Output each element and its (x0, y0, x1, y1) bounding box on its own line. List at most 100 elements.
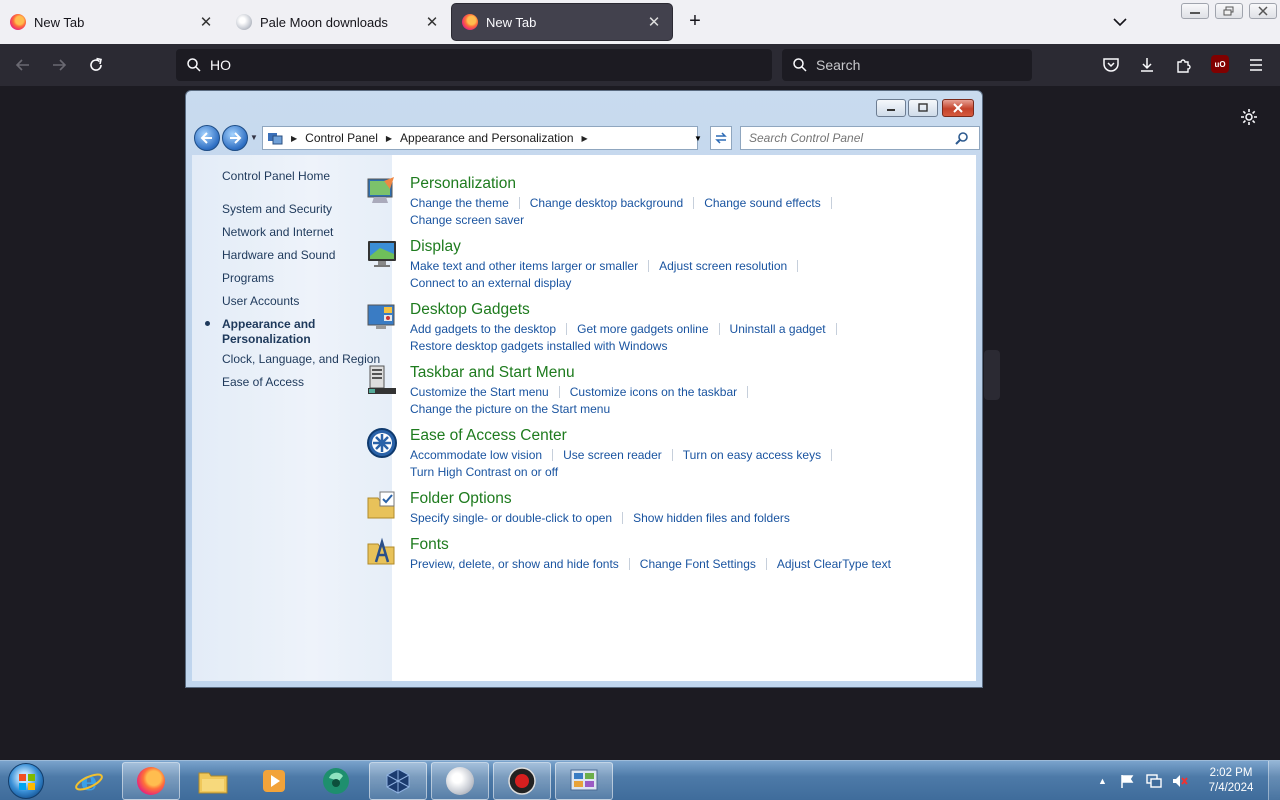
link-connect-external-display[interactable]: Connect to an external display (410, 276, 571, 290)
link-make-text-larger[interactable]: Make text and other items larger or smal… (410, 259, 638, 273)
close-window-button[interactable] (1249, 3, 1277, 19)
link-adjust-cleartype[interactable]: Adjust ClearType text (777, 557, 891, 571)
cp-minimize-button[interactable] (876, 99, 906, 117)
start-button[interactable] (8, 763, 44, 799)
link-change-start-picture[interactable]: Change the picture on the Start menu (410, 402, 610, 416)
link-show-hidden-files[interactable]: Show hidden files and folders (633, 511, 790, 525)
new-tab-button[interactable]: + (684, 10, 706, 32)
cp-close-button[interactable] (942, 99, 974, 117)
category-title[interactable]: Ease of Access Center (410, 427, 842, 445)
sidebar-item-hardware[interactable]: Hardware and Sound (222, 248, 335, 263)
downloads-button[interactable] (1136, 54, 1158, 76)
taskbar-media-player[interactable] (245, 762, 303, 800)
category-links: Specify single- or double-click to open S… (410, 510, 790, 527)
cp-refresh-button[interactable] (710, 126, 732, 150)
category-links: Customize the Start menu Customize icons … (410, 384, 758, 418)
url-input[interactable] (210, 57, 738, 73)
search-bar[interactable] (782, 49, 1032, 81)
taskbar-pale-moon[interactable] (431, 762, 489, 800)
link-get-more-gadgets[interactable]: Get more gadgets online (577, 322, 708, 336)
category-title[interactable]: Display (410, 238, 808, 256)
taskbar-clock[interactable]: 2:02 PM 7/4/2024 (1196, 766, 1266, 796)
sidebar-item-network[interactable]: Network and Internet (222, 225, 333, 240)
cp-address-bar[interactable]: ▶ Control Panel ▶ Appearance and Persona… (262, 126, 698, 150)
link-change-screen-saver[interactable]: Change screen saver (410, 213, 524, 227)
close-icon[interactable]: ✕ (646, 14, 662, 31)
breadcrumb-arrow-icon[interactable]: ▶ (582, 134, 588, 143)
sidebar-item-user-accounts[interactable]: User Accounts (222, 294, 299, 309)
ublock-icon[interactable]: uO (1211, 55, 1229, 73)
cp-forward-button[interactable] (222, 125, 248, 151)
close-icon[interactable]: ✕ (198, 14, 214, 31)
restore-button[interactable] (1215, 3, 1243, 19)
link-change-theme[interactable]: Change the theme (410, 196, 509, 210)
taskbar-file-explorer[interactable] (184, 762, 242, 800)
link-customize-taskbar-icons[interactable]: Customize icons on the taskbar (570, 385, 737, 399)
category-title[interactable]: Taskbar and Start Menu (410, 364, 758, 382)
cp-search-box[interactable] (740, 126, 980, 150)
reload-icon (90, 57, 102, 71)
taskbar-green-app[interactable] (307, 762, 365, 800)
extensions-button[interactable] (1173, 54, 1195, 76)
network-icon[interactable] (1145, 773, 1163, 789)
show-hidden-icons-arrow-icon[interactable]: ▲ (1098, 776, 1107, 786)
sidebar-item-home[interactable]: Control Panel Home (222, 169, 330, 184)
action-center-flag-icon[interactable] (1119, 773, 1135, 789)
taskbar-firefox[interactable] (122, 762, 180, 800)
volume-muted-icon[interactable] (1171, 773, 1189, 789)
category-title[interactable]: Personalization (410, 175, 842, 193)
category-title[interactable]: Fonts (410, 536, 891, 554)
link-accommodate-low-vision[interactable]: Accommodate low vision (410, 448, 542, 462)
link-restore-gadgets[interactable]: Restore desktop gadgets installed with W… (410, 339, 667, 353)
cp-maximize-button[interactable] (908, 99, 938, 117)
taskbar-internet-explorer[interactable]: e (60, 762, 118, 800)
category-title[interactable]: Folder Options (410, 490, 790, 508)
tab-new-tab-1[interactable]: New Tab ✕ (0, 4, 224, 40)
sidebar-item-system-security[interactable]: System and Security (222, 202, 332, 217)
settings-gear-icon[interactable] (1238, 106, 1260, 128)
reload-button[interactable] (85, 54, 107, 76)
link-change-font-settings[interactable]: Change Font Settings (640, 557, 756, 571)
breadcrumb-appearance[interactable]: Appearance and Personalization (400, 131, 573, 145)
sidebar-item-clock-language[interactable]: Clock, Language, and Region (222, 352, 380, 367)
close-icon[interactable]: ✕ (424, 14, 440, 31)
chevron-down-icon[interactable] (1110, 12, 1130, 32)
breadcrumb-control-panel[interactable]: Control Panel (305, 131, 378, 145)
minimize-button[interactable] (1181, 3, 1209, 19)
address-dropdown-icon[interactable]: ▼ (688, 126, 708, 150)
back-button[interactable] (12, 54, 34, 76)
link-uninstall-gadget[interactable]: Uninstall a gadget (730, 322, 826, 336)
link-high-contrast[interactable]: Turn High Contrast on or off (410, 465, 558, 479)
link-easy-access-keys[interactable]: Turn on easy access keys (683, 448, 821, 462)
sidebar-item-ease-of-access[interactable]: Ease of Access (222, 375, 304, 390)
link-use-screen-reader[interactable]: Use screen reader (563, 448, 662, 462)
category-title[interactable]: Desktop Gadgets (410, 301, 847, 319)
show-desktop-button[interactable] (1268, 761, 1280, 800)
forward-button[interactable] (48, 54, 70, 76)
taskbar-virtualbox[interactable] (369, 762, 427, 800)
link-change-desktop-background[interactable]: Change desktop background (530, 196, 683, 210)
search-icon[interactable] (955, 131, 969, 145)
link-single-double-click[interactable]: Specify single- or double-click to open (410, 511, 612, 525)
taskbar-icon (368, 365, 396, 394)
link-adjust-screen-resolution[interactable]: Adjust screen resolution (659, 259, 787, 273)
link-add-gadgets[interactable]: Add gadgets to the desktop (410, 322, 556, 336)
url-bar[interactable] (176, 49, 772, 81)
tab-new-tab-active[interactable]: New Tab ✕ (452, 4, 672, 40)
internet-explorer-icon: e (75, 767, 103, 796)
breadcrumb-arrow-icon[interactable]: ▶ (386, 134, 392, 143)
taskbar-recorder[interactable] (493, 762, 551, 800)
cp-search-input[interactable] (749, 131, 955, 145)
sidebar-item-programs[interactable]: Programs (222, 271, 274, 286)
menu-button[interactable] (1245, 54, 1267, 76)
link-customize-start-menu[interactable]: Customize the Start menu (410, 385, 549, 399)
recent-pages-chevron-icon[interactable]: ▼ (250, 133, 258, 142)
tab-pale-moon-downloads[interactable]: Pale Moon downloads ✕ (226, 4, 450, 40)
link-preview-fonts[interactable]: Preview, delete, or show and hide fonts (410, 557, 619, 571)
link-change-sound-effects[interactable]: Change sound effects (704, 196, 821, 210)
search-input[interactable] (816, 57, 1032, 73)
pocket-button[interactable] (1100, 54, 1122, 76)
taskbar-control-panel[interactable] (555, 762, 613, 800)
page-scroll-handle[interactable] (984, 350, 1000, 400)
cp-back-button[interactable] (194, 125, 220, 151)
